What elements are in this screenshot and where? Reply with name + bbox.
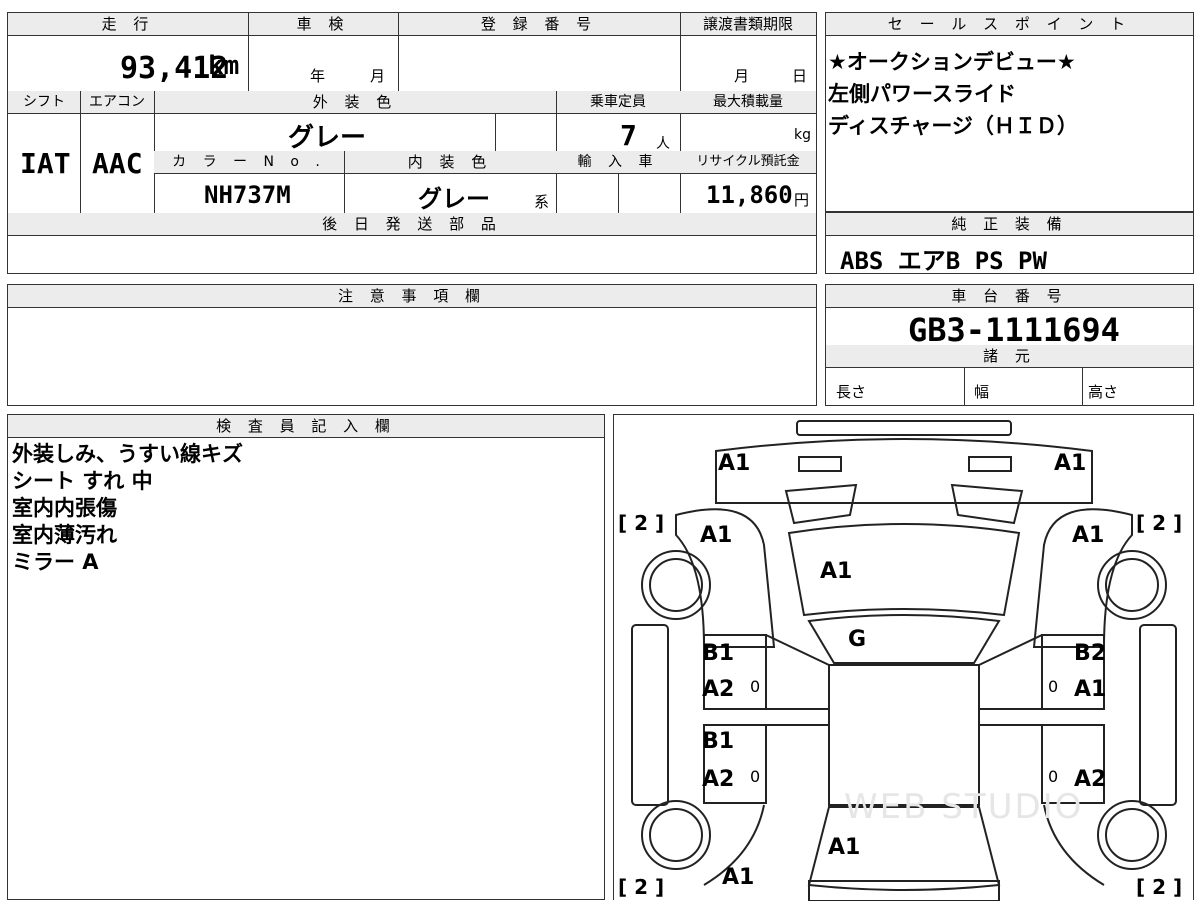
capacity-value: 7 bbox=[620, 119, 637, 152]
mark-quarter-left: A1 bbox=[722, 865, 755, 890]
vehicle-info-panel: 走 行 車 検 登 録 番 号 譲渡書類期限 93,412 km 年 月 月 日… bbox=[7, 12, 817, 274]
windshield-outline bbox=[807, 614, 1001, 664]
mark-fender-right: A1 bbox=[1072, 523, 1105, 548]
mark-hood: A1 bbox=[820, 559, 853, 584]
inspector-note: 室内内張傷 bbox=[12, 496, 117, 520]
mark-rear-door-left: B1 bbox=[702, 729, 735, 754]
exterior-color-value: グレー bbox=[288, 123, 367, 153]
transfer-deadline-label: 譲渡書類期限 bbox=[680, 13, 816, 35]
mileage-unit: km bbox=[208, 51, 240, 81]
transfer-day-unit: 日 bbox=[792, 67, 808, 85]
inspector-note: 室内薄汚れ bbox=[12, 523, 117, 547]
mark-front-left: A1 bbox=[718, 451, 751, 476]
mark-fender-left: A1 bbox=[700, 523, 733, 548]
mark-front-door-right: B2 bbox=[1074, 641, 1107, 666]
capacity-label: 乗車定員 bbox=[556, 91, 680, 113]
headlamp-right bbox=[968, 456, 1012, 472]
recycle-unit: 円 bbox=[794, 191, 810, 209]
max-load-unit: kg bbox=[794, 127, 811, 143]
mileage-label: 走 行 bbox=[8, 13, 248, 35]
inspection-label: 車 検 bbox=[248, 13, 398, 35]
wheel-rr bbox=[1097, 800, 1167, 870]
car-diagram bbox=[631, 420, 1177, 901]
zero-mark: 0 bbox=[1048, 677, 1059, 696]
zero-mark: 0 bbox=[750, 767, 761, 786]
tire-bracket: [ 2 ] bbox=[618, 875, 665, 899]
tire-bracket: [ 2 ] bbox=[1136, 511, 1183, 535]
inspection-year-unit: 年 bbox=[310, 67, 326, 85]
caution-panel: 注 意 事 項 欄 bbox=[7, 284, 817, 406]
inspector-label: 検 査 員 記 入 欄 bbox=[8, 415, 604, 437]
watermark: WEB STUDIO bbox=[844, 787, 1084, 827]
sales-points-label: セ ー ル ス ポ イ ン ト bbox=[826, 13, 1193, 35]
interior-color-value: グレー bbox=[418, 185, 490, 213]
inspector-note: 外装しみ、うすい線キズ bbox=[12, 442, 243, 466]
interior-color-label: 内 装 色 bbox=[344, 151, 556, 173]
recycle-value: 11,860 bbox=[706, 181, 793, 209]
chassis-panel: 車 台 番 号 GB3-1111694 諸 元 長さ 幅 高さ bbox=[825, 284, 1194, 406]
equipment-value: ABS エアB PS PW bbox=[840, 247, 1047, 275]
mark-front-door-right: A1 bbox=[1074, 677, 1107, 702]
width-label: 幅 bbox=[974, 383, 990, 401]
mark-rear-door-left: A2 bbox=[702, 767, 735, 792]
sales-point-line: ディスチャージ（ＨＩＤ） bbox=[828, 114, 1078, 138]
zero-mark: 0 bbox=[1048, 767, 1059, 786]
later-parts-label: 後 日 発 送 部 品 bbox=[8, 213, 816, 235]
color-no-label: カ ラ ー N o . bbox=[154, 151, 344, 173]
roof-outline bbox=[828, 664, 980, 806]
shift-value: IAT bbox=[20, 147, 71, 180]
mark-front-door-left: B1 bbox=[702, 641, 735, 666]
inspector-panel: 検 査 員 記 入 欄 外装しみ、うすい線キズ シート すれ 中 室内内張傷 室… bbox=[7, 414, 605, 900]
equipment-label: 純 正 装 備 bbox=[826, 213, 1193, 235]
inspector-note: シート すれ 中 bbox=[12, 469, 153, 493]
transfer-month-unit: 月 bbox=[734, 67, 750, 85]
capacity-unit: 人 bbox=[656, 136, 670, 152]
wheel-fr bbox=[1097, 550, 1167, 620]
import-label: 輸 入 車 bbox=[556, 151, 680, 173]
color-no-value: NH737M bbox=[204, 181, 291, 209]
tire-bracket: [ 2 ] bbox=[618, 511, 665, 535]
inspection-month-unit: 月 bbox=[370, 67, 386, 85]
front-grille bbox=[796, 420, 1012, 436]
sales-points-panel: セ ー ル ス ポ イ ン ト ★オークションデビュー★ 左側パワースライド デ… bbox=[825, 12, 1194, 212]
length-label: 長さ bbox=[836, 383, 867, 401]
height-label: 高さ bbox=[1088, 383, 1119, 401]
shift-label: シフト bbox=[8, 91, 80, 113]
equipment-panel: 純 正 装 備 ABS エアB PS PW bbox=[825, 212, 1194, 275]
sales-point-line: 左側パワースライド bbox=[828, 82, 1016, 106]
wheel-fl bbox=[641, 550, 711, 620]
wheel-rl bbox=[641, 800, 711, 870]
interior-color-suffix: 系 bbox=[534, 193, 550, 211]
mark-roof-rear: A1 bbox=[828, 835, 861, 860]
recycle-label: リサイクル預託金 bbox=[680, 151, 816, 173]
inspector-note: ミラー A bbox=[12, 550, 99, 574]
chassis-label: 車 台 番 号 bbox=[826, 285, 1193, 307]
headlamp-left bbox=[798, 456, 842, 472]
mark-windshield: G bbox=[848, 627, 867, 652]
zero-mark: 0 bbox=[750, 677, 761, 696]
max-load-label: 最大積載量 bbox=[680, 91, 816, 113]
aircon-label: エアコン bbox=[80, 91, 154, 113]
sales-point-line: ★オークションデビュー★ bbox=[828, 50, 1076, 74]
caution-label: 注 意 事 項 欄 bbox=[8, 285, 816, 307]
skirt-left bbox=[631, 624, 669, 806]
tire-bracket: [ 2 ] bbox=[1136, 875, 1183, 899]
aircon-value: AAC bbox=[92, 147, 143, 180]
car-diagram-panel: [ 2 ] [ 2 ] [ 2 ] [ 2 ] 0 0 0 0 A1 A1 A1… bbox=[613, 414, 1194, 901]
exterior-color-label: 外 装 色 bbox=[154, 91, 556, 113]
chassis-value: GB3-1111694 bbox=[908, 311, 1120, 349]
mark-front-right: A1 bbox=[1054, 451, 1087, 476]
mark-front-door-left: A2 bbox=[702, 677, 735, 702]
front-bumper bbox=[715, 438, 1093, 504]
skirt-right bbox=[1139, 624, 1177, 806]
registration-label: 登 録 番 号 bbox=[398, 13, 680, 35]
specs-label: 諸 元 bbox=[826, 345, 1193, 367]
